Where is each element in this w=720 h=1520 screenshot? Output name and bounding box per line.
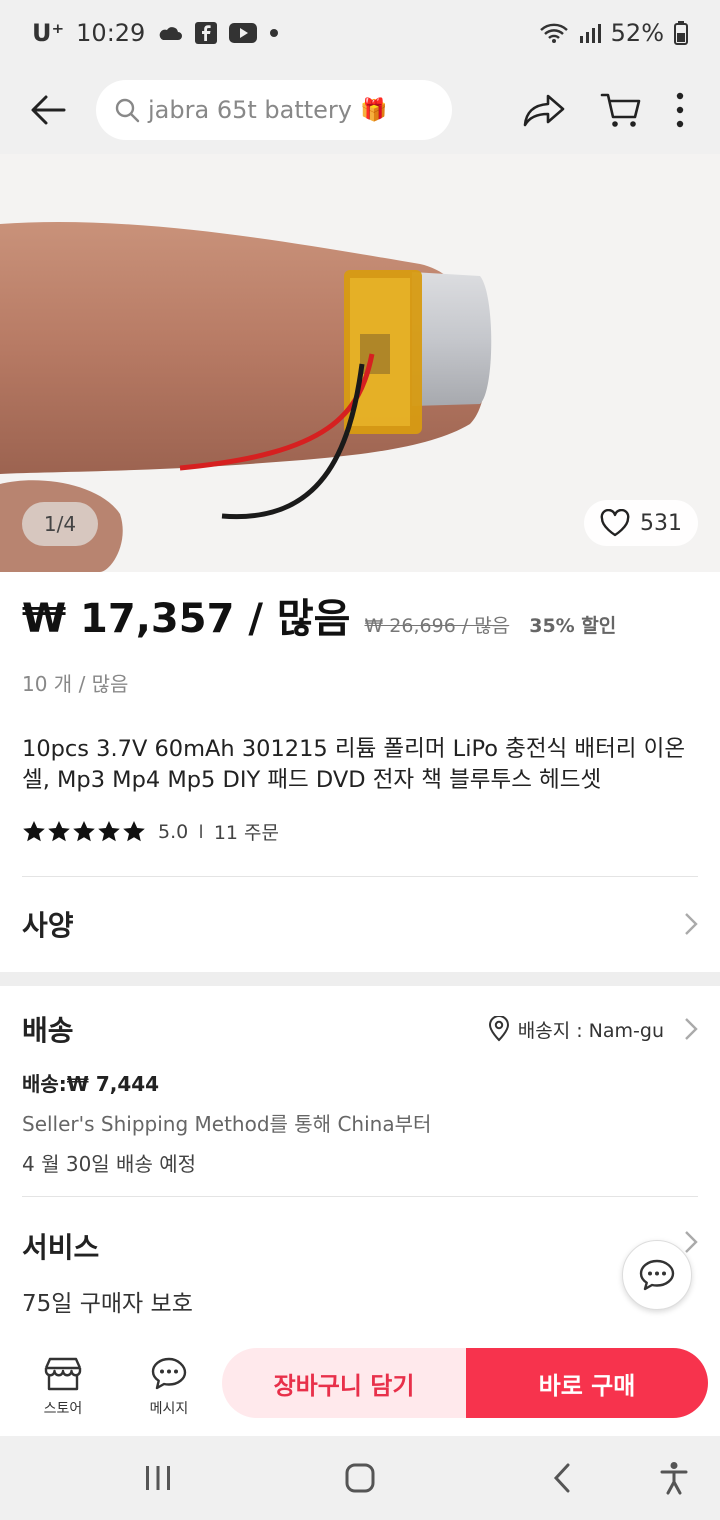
shipping-title: 배송 — [22, 1014, 74, 1047]
chat-button[interactable] — [622, 1240, 692, 1310]
location-pin-icon — [488, 1016, 509, 1042]
message-label: 메시지 — [149, 1401, 189, 1417]
shipping-destination[interactable]: 배송지 : Nam-gu — [488, 1016, 698, 1043]
product-image[interactable]: 1/4 531 — [0, 154, 720, 572]
more-vertical-icon[interactable] — [676, 92, 684, 128]
back-nav-button[interactable] — [542, 1458, 582, 1498]
divider — [22, 876, 698, 877]
youtube-icon — [229, 23, 258, 43]
destination-label: 배송지 : Nam-gu — [517, 1019, 664, 1042]
spec-title: 사양 — [22, 909, 74, 942]
wifi-icon — [539, 22, 569, 44]
order-count: 11 주문 — [213, 822, 280, 844]
gift-icon: 🎁 — [360, 97, 388, 123]
buy-now-button[interactable]: 바로 구매 — [466, 1348, 708, 1418]
notification-dot-icon — [269, 28, 279, 38]
chevron-right-icon[interactable] — [684, 1230, 698, 1254]
shipping-method: Seller's Shipping Method를 통해 China부터 — [22, 1112, 432, 1136]
system-nav-bar — [0, 1436, 720, 1520]
status-bar: U⁺ 10:29 52% — [0, 0, 720, 66]
carrier-label: U⁺ — [32, 19, 65, 47]
likes-count: 531 — [640, 510, 682, 536]
facebook-icon — [195, 22, 218, 44]
divider — [22, 1196, 698, 1197]
store-label: 스토어 — [43, 1401, 83, 1417]
heart-icon — [600, 509, 630, 537]
shipping-fee: 배송:₩ 7,444 — [22, 1072, 160, 1096]
cloud-icon — [157, 24, 183, 42]
spec-row[interactable]: 사양 — [22, 878, 698, 970]
rating-separator: I — [198, 820, 204, 843]
cart-icon[interactable] — [600, 91, 642, 129]
current-price: ₩ 17,357 / 많음 — [22, 596, 351, 642]
service-title[interactable]: 서비스 — [22, 1226, 99, 1266]
section-separator — [0, 972, 720, 986]
search-icon — [115, 98, 140, 123]
clock: 10:29 — [76, 19, 146, 47]
buyer-protection: 75일 구매자 보호 — [22, 1291, 193, 1317]
back-chevron-icon — [553, 1463, 570, 1493]
original-price: ₩ 26,696 / 많음 — [364, 615, 510, 637]
recent-apps-icon — [146, 1466, 170, 1490]
message-icon — [151, 1357, 187, 1390]
chevron-right-icon — [685, 1018, 698, 1040]
add-to-cart-button[interactable]: 장바구니 담기 — [222, 1348, 466, 1418]
signal-icon — [579, 22, 601, 44]
battery-percent: 52% — [610, 19, 664, 47]
back-button[interactable] — [0, 66, 96, 154]
home-button[interactable] — [340, 1458, 380, 1498]
message-button[interactable]: 메시지 — [116, 1356, 222, 1418]
home-icon — [345, 1463, 375, 1493]
top-nav: jabra 65t battery 🎁 — [0, 66, 720, 154]
discount-badge: 35% 할인 — [529, 615, 617, 637]
shipping-header[interactable]: 배송 배송지 : Nam-gu — [22, 1006, 698, 1052]
store-button[interactable]: 스토어 — [10, 1356, 116, 1418]
chevron-right-icon — [685, 913, 698, 935]
price-row: ₩ 17,357 / 많음 ₩ 26,696 / 많음 35% 할인 — [22, 586, 698, 644]
accessibility-icon — [660, 1462, 688, 1495]
recent-apps-button[interactable] — [138, 1458, 178, 1498]
share-icon[interactable] — [522, 92, 566, 128]
bottom-action-bar: 스토어 메시지 장바구니 담기 바로 구매 — [0, 1338, 720, 1436]
star-rating-icon — [22, 820, 148, 844]
chat-bubble-icon — [639, 1259, 675, 1291]
rating-row[interactable]: 5.0 I 11 주문 — [22, 818, 279, 845]
shipping-eta: 4 월 30일 배송 예정 — [22, 1152, 197, 1176]
product-title: 10pcs 3.7V 60mAh 301215 리튬 폴리머 LiPo 충전식 … — [22, 736, 686, 793]
gallery-pager: 1/4 — [22, 502, 98, 546]
wishlist-button[interactable]: 531 — [584, 500, 698, 546]
store-icon — [44, 1357, 82, 1391]
rating-value: 5.0 — [158, 820, 189, 843]
search-input[interactable]: jabra 65t battery 🎁 — [96, 80, 452, 140]
arrow-left-icon — [31, 95, 66, 125]
quantity-label: 10 개 / 많음 — [22, 672, 129, 696]
search-query: jabra 65t battery — [148, 96, 352, 124]
accessibility-button[interactable] — [654, 1458, 694, 1498]
battery-icon — [674, 21, 688, 45]
